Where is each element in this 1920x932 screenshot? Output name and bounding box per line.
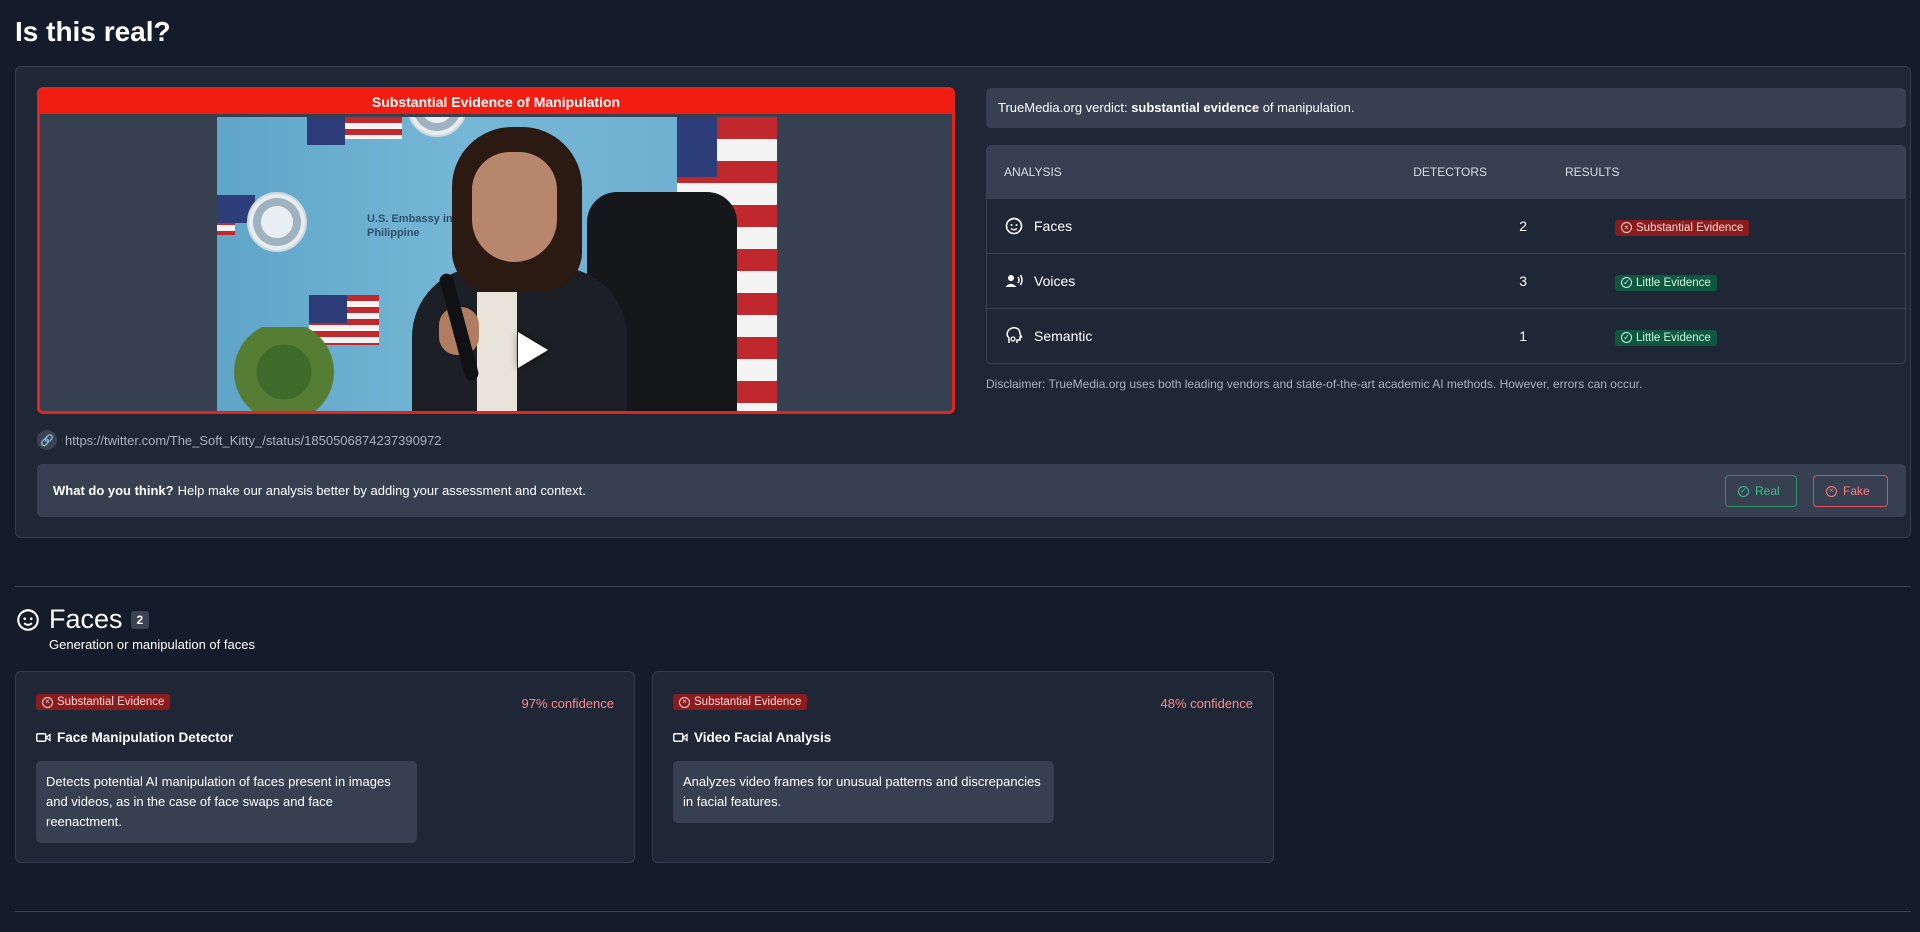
real-button[interactable]: ✓ Real: [1725, 475, 1797, 507]
header-detectors: DETECTORS: [1277, 165, 1487, 179]
confidence-value: 48% confidence: [1160, 696, 1253, 711]
row-analysis-cell: Voices: [987, 271, 1277, 291]
row-detectors: 1: [1519, 328, 1527, 344]
detector-name: Video Facial Analysis: [673, 730, 831, 745]
feedback-prompt: Help make our analysis better by adding …: [177, 483, 586, 498]
detector-name-label: Video Facial Analysis: [694, 730, 832, 745]
source-link[interactable]: 🔗 https://twitter.com/The_Soft_Kitty_/st…: [37, 430, 442, 450]
semantic-icon: [1006, 327, 1023, 343]
header-results: RESULTS: [1565, 165, 1620, 179]
section-divider: [15, 911, 1911, 912]
fake-button[interactable]: × Fake: [1813, 475, 1888, 507]
detector-card: × Substantial Evidence 48% confidence Vid…: [652, 671, 1274, 863]
table-row-faces[interactable]: Faces 2 × Substantial Evidence: [987, 198, 1905, 253]
status-badge: × Substantial Evidence: [36, 694, 171, 710]
check-circle-icon: ✓: [1621, 277, 1632, 288]
badge-label: Substantial Evidence: [57, 696, 165, 708]
verdict-prefix: TrueMedia.org verdict:: [998, 100, 1132, 115]
video-camera-icon: [36, 733, 51, 742]
faces-subtitle: Generation or manipulation of faces: [49, 637, 255, 652]
plant-image: [232, 327, 362, 411]
status-badge: × Substantial Evidence: [1615, 219, 1750, 236]
row-detectors: 3: [1519, 273, 1527, 289]
row-analysis-cell: Faces: [987, 216, 1277, 236]
section-divider: [15, 586, 1911, 587]
row-label: Voices: [1034, 273, 1076, 289]
speaker-face: [472, 152, 557, 262]
row-result: ✓ Little Evidence: [1527, 327, 1717, 346]
fake-button-label: Fake: [1843, 484, 1870, 498]
check-circle-icon: ✓: [1738, 485, 1749, 497]
video-camera-icon: [673, 733, 688, 742]
flag-image: [307, 117, 402, 145]
real-button-label: Real: [1755, 484, 1780, 498]
x-circle-icon: ×: [679, 696, 690, 708]
speaker-shirt: [477, 292, 517, 411]
status-badge: × Substantial Evidence: [673, 694, 808, 710]
row-result: × Substantial Evidence: [1527, 217, 1750, 236]
voice-icon: [1005, 274, 1023, 287]
faces-count-badge: 2: [130, 610, 150, 629]
status-badge: ✓ Little Evidence: [1615, 329, 1717, 346]
embassy-seal-image: [407, 117, 467, 137]
badge-label: Little Evidence: [1636, 331, 1711, 344]
badge-label: Substantial Evidence: [1636, 221, 1744, 234]
manipulation-banner: Substantial Evidence of Manipulation: [40, 90, 952, 114]
verdict-suffix: of manipulation.: [1259, 100, 1355, 115]
verdict-emphasis: substantial evidence: [1131, 100, 1260, 115]
source-url[interactable]: https://twitter.com/The_Soft_Kitty_/stat…: [65, 433, 442, 448]
badge-label: Substantial Evidence: [694, 696, 802, 708]
confidence-value: 97% confidence: [521, 696, 614, 711]
header-detectors-label: DETECTORS: [1413, 165, 1487, 179]
embassy-seal-image: [247, 192, 307, 252]
header-analysis: ANALYSIS: [1004, 165, 1062, 179]
detector-description: Analyzes video frames for unusual patter…: [673, 761, 1054, 823]
row-analysis-cell: Semantic: [987, 326, 1277, 346]
detector-description: Detects potential AI manipulation of fac…: [36, 761, 417, 843]
page-title: Is this real?: [15, 16, 171, 47]
link-icon: 🔗: [37, 430, 57, 450]
faces-section-heading: Faces 2: [15, 604, 150, 635]
analysis-table: ANALYSIS DETECTORS RESULTS Faces 2 × Subs…: [986, 145, 1906, 364]
verdict-box: TrueMedia.org verdict: substantial evide…: [986, 88, 1906, 128]
faces-title: Faces: [49, 604, 123, 634]
result-summary-card: Substantial Evidence of Manipulation U.S…: [15, 66, 1911, 538]
row-label: Semantic: [1034, 328, 1093, 344]
row-result: ✓ Little Evidence: [1527, 272, 1717, 291]
table-header: ANALYSIS DETECTORS RESULTS: [987, 146, 1905, 198]
detector-card: × Substantial Evidence 97% confidence Fac…: [15, 671, 635, 863]
embassy-sign: U.S. Embassy in Philippine: [367, 213, 453, 239]
row-label: Faces: [1034, 218, 1073, 234]
detector-name-label: Face Manipulation Detector: [57, 730, 234, 745]
feedback-question: What do you think?: [53, 483, 174, 498]
play-icon[interactable]: [518, 332, 548, 368]
video-player[interactable]: Substantial Evidence of Manipulation U.S…: [37, 87, 955, 414]
check-circle-icon: ✓: [1621, 332, 1632, 343]
x-circle-icon: ×: [1826, 485, 1837, 497]
face-icon: [17, 608, 39, 631]
table-row-voices[interactable]: Voices 3 ✓ Little Evidence: [987, 253, 1905, 308]
status-badge: ✓ Little Evidence: [1615, 274, 1717, 291]
row-detectors: 2: [1519, 218, 1527, 234]
badge-label: Little Evidence: [1636, 276, 1711, 289]
video-thumbnail[interactable]: U.S. Embassy in Philippine: [217, 117, 777, 411]
feedback-bar: What do you think? Help make our analysi…: [37, 464, 1906, 517]
x-circle-icon: ×: [42, 696, 53, 708]
detector-name: Face Manipulation Detector: [36, 730, 233, 745]
flag-image: [217, 195, 255, 235]
face-icon: [1005, 217, 1023, 235]
disclaimer-text: Disclaimer: TrueMedia.org uses both lead…: [986, 377, 1643, 391]
x-circle-icon: ×: [1621, 222, 1632, 233]
table-row-semantic[interactable]: Semantic 1 ✓ Little Evidence: [987, 308, 1905, 363]
